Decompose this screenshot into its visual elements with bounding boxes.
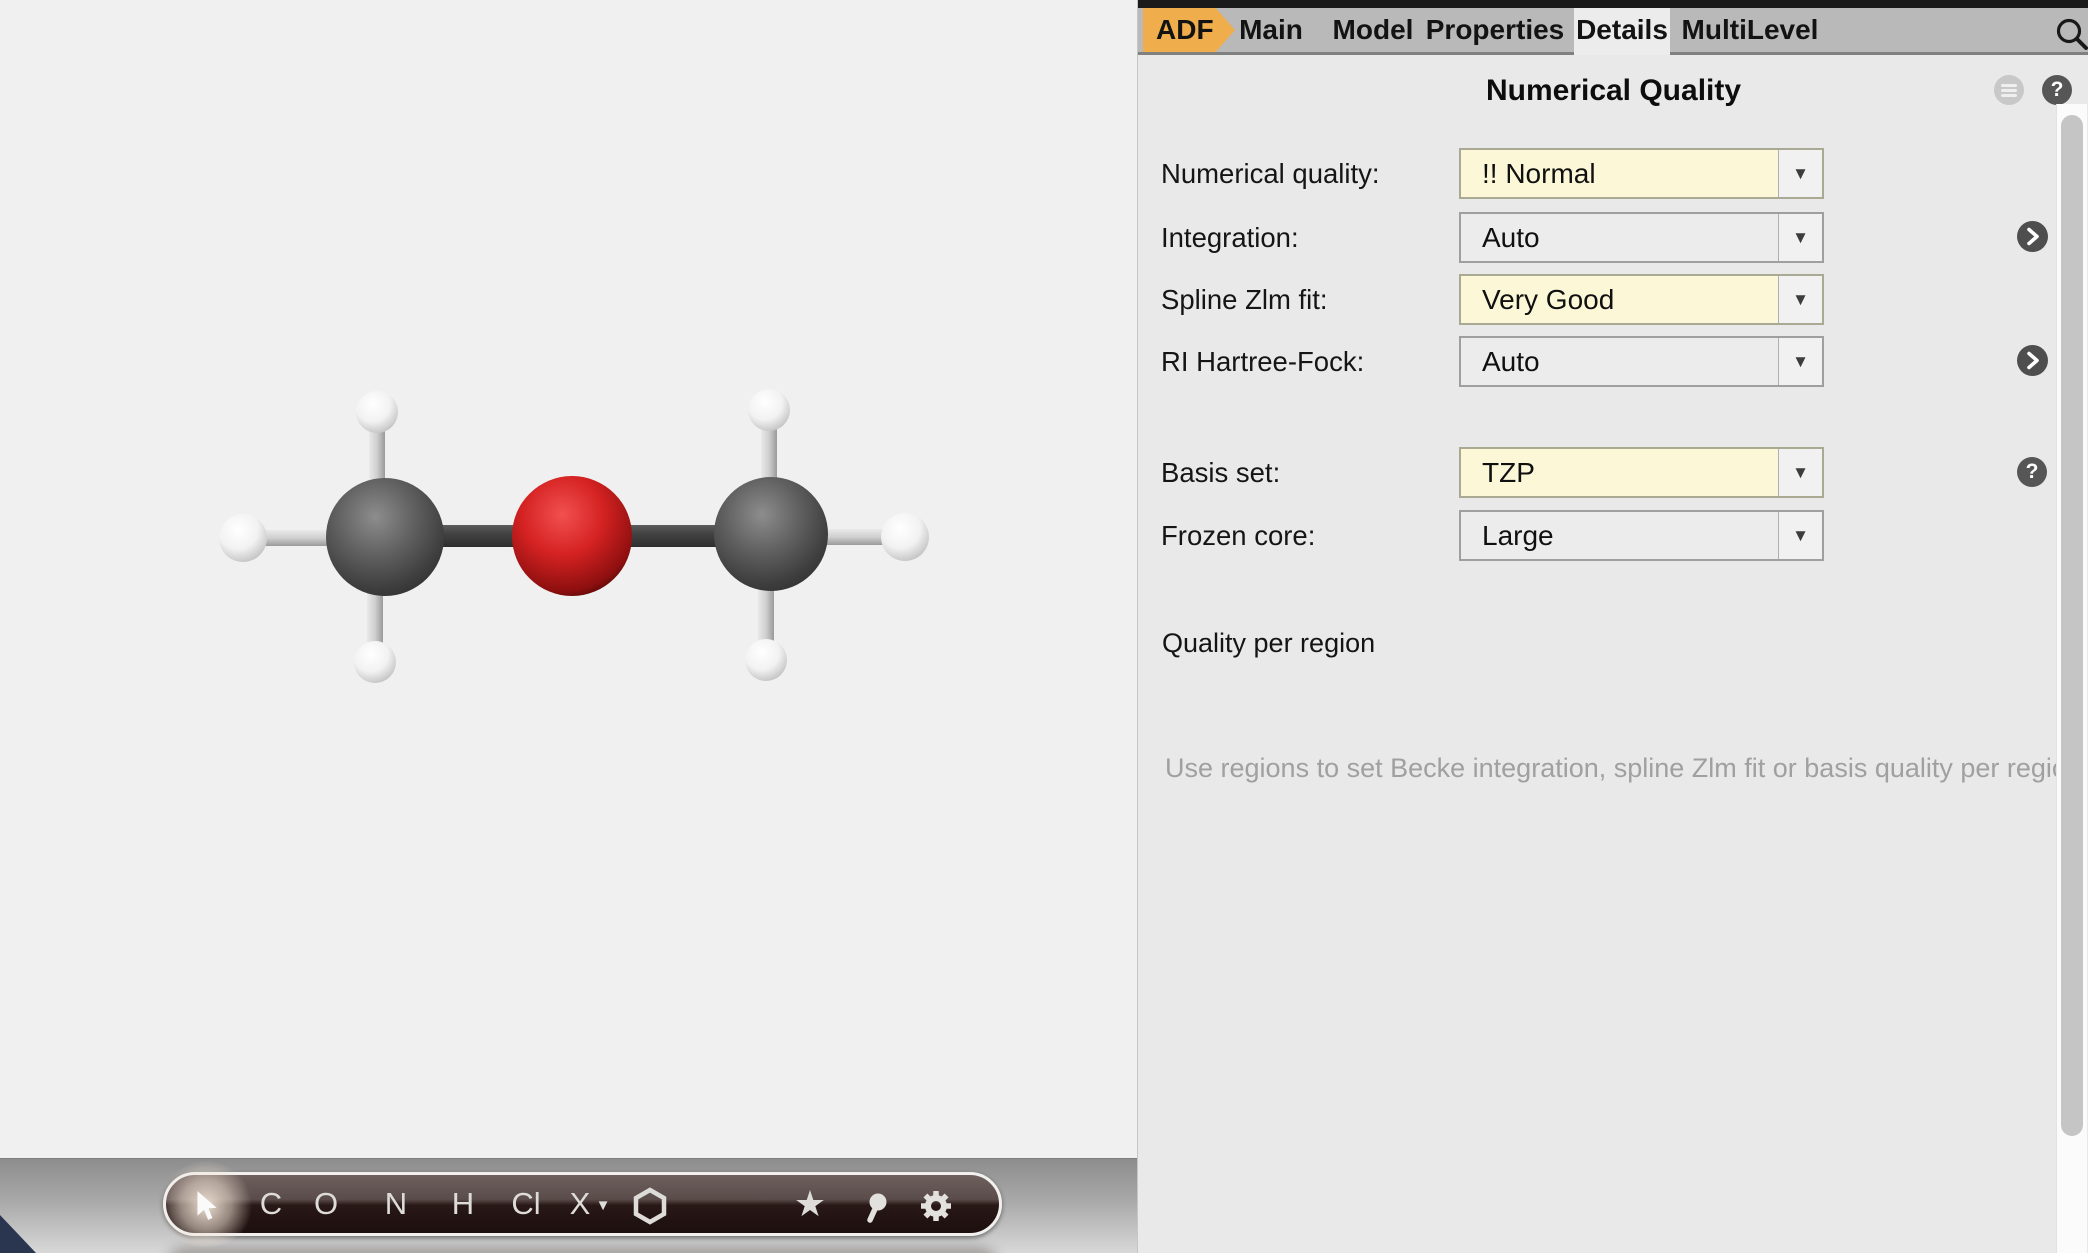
atom-h: [356, 391, 398, 433]
numerical-quality-label: Numerical quality:: [1161, 148, 1380, 199]
tab-main[interactable]: Main: [1239, 8, 1303, 52]
dropdown-arrow-button[interactable]: ▼: [1778, 150, 1822, 197]
atom-o: [512, 476, 632, 596]
frozen-core-value: Large: [1461, 512, 1778, 559]
numerical-quality-value: !! Normal: [1461, 150, 1778, 197]
ri-hartree-fock-value: Auto: [1461, 338, 1778, 385]
spline-zlm-fit-label: Spline Zlm fit:: [1161, 274, 1328, 325]
spline-zlm-fit-value: Very Good: [1461, 276, 1778, 323]
atom-h: [748, 389, 790, 431]
search-icon: [2054, 16, 2088, 52]
element-c-button[interactable]: C: [260, 1175, 282, 1233]
settings-panel: ADF Main Model Properties Details MultiL…: [1137, 0, 2088, 1253]
hamburger-menu-icon: [1994, 84, 2024, 97]
quality-per-region-label: Quality per region: [1162, 628, 1375, 659]
tab-details[interactable]: Details: [1576, 8, 1668, 52]
element-x-button[interactable]: X: [570, 1175, 591, 1233]
dropdown-arrow-button[interactable]: ▼: [1778, 214, 1822, 261]
panel-help-button[interactable]: ?: [2042, 75, 2072, 105]
atom-h: [354, 641, 396, 683]
hexagon-ring-icon: [631, 1185, 669, 1227]
chevron-right-icon: [2017, 221, 2048, 252]
frozen-core-select[interactable]: Large ▼: [1459, 510, 1824, 561]
chevron-down-icon: ▼: [1792, 228, 1809, 247]
corner-logo-shape: [0, 1215, 36, 1253]
ri-hartree-fock-label: RI Hartree-Fock:: [1161, 336, 1364, 387]
element-cl-button[interactable]: Cl: [511, 1175, 540, 1233]
scrollbar-track[interactable]: [2056, 104, 2087, 1253]
basis-set-select[interactable]: TZP ▼: [1459, 447, 1824, 498]
app-window: C O N H Cl X ▼ ★: [0, 0, 2088, 1253]
region-hint-text: Use regions to set Becke integration, sp…: [1165, 753, 2082, 784]
scrollbar-thumb[interactable]: [2061, 115, 2083, 1136]
search-button[interactable]: [2054, 16, 2088, 52]
tab-properties[interactable]: Properties: [1426, 8, 1565, 52]
spline-zlm-fit-select[interactable]: Very Good ▼: [1459, 274, 1824, 325]
element-toolbar: C O N H Cl X ▼ ★: [163, 1172, 1002, 1236]
panel-menu-button[interactable]: [1994, 75, 2024, 105]
dropdown-arrow-button[interactable]: ▼: [1778, 449, 1822, 496]
tab-model[interactable]: Model: [1333, 8, 1414, 52]
dropdown-arrow-button[interactable]: ▼: [1778, 512, 1822, 559]
panel-top-strip: [1138, 0, 2088, 8]
basis-set-value: TZP: [1461, 449, 1778, 496]
toolbar-reflection: [163, 1247, 1002, 1253]
atom-c: [326, 478, 444, 596]
chevron-down-icon: ▼: [1792, 463, 1809, 482]
element-o-button[interactable]: O: [314, 1175, 338, 1233]
atom-h: [881, 513, 929, 561]
tab-multilevel[interactable]: MultiLevel: [1682, 8, 1819, 52]
dropdown-arrow-button[interactable]: ▼: [1778, 338, 1822, 385]
integration-select[interactable]: Auto ▼: [1459, 212, 1824, 263]
element-h-button[interactable]: H: [452, 1175, 474, 1233]
select-pointer-tool[interactable]: [193, 1175, 219, 1233]
settings-gear-button[interactable]: [917, 1175, 955, 1233]
molecule-3d-render: [0, 0, 1137, 1253]
molecule-viewport[interactable]: C O N H Cl X ▼ ★: [0, 0, 1137, 1253]
chevron-down-icon: ▼: [1792, 526, 1809, 545]
numerical-quality-select[interactable]: !! Normal ▼: [1459, 148, 1824, 199]
chevron-down-icon: ▼: [1792, 290, 1809, 309]
tab-adf[interactable]: ADF: [1143, 8, 1235, 52]
basis-set-label: Basis set:: [1161, 447, 1280, 498]
atom-h: [745, 639, 787, 681]
atom-c: [714, 477, 828, 591]
integration-label: Integration:: [1161, 212, 1299, 263]
pin-tool-icon: [861, 1188, 891, 1224]
gear-icon: [917, 1187, 955, 1225]
frozen-core-label: Frozen core:: [1161, 510, 1315, 561]
chevron-down-icon: ▼: [1792, 164, 1809, 183]
ring-tool-button[interactable]: [631, 1175, 669, 1233]
page-title: Numerical Quality: [1138, 74, 2088, 108]
integration-value: Auto: [1461, 214, 1778, 261]
basis-set-help-button[interactable]: ?: [2017, 457, 2047, 487]
atom-h: [219, 514, 267, 562]
chevron-right-icon: [2017, 345, 2048, 376]
ri-hartree-fock-detail-button[interactable]: [2017, 345, 2048, 376]
chevron-down-icon: ▼: [1792, 352, 1809, 371]
dropdown-arrow-button[interactable]: ▼: [1778, 276, 1822, 323]
integration-detail-button[interactable]: [2017, 221, 2048, 252]
ri-hartree-fock-select[interactable]: Auto ▼: [1459, 336, 1824, 387]
cursor-arrow-icon: [193, 1190, 219, 1222]
favorites-star-button[interactable]: ★: [794, 1175, 826, 1233]
element-n-button[interactable]: N: [385, 1175, 407, 1233]
element-x-dropdown-caret-icon[interactable]: ▼: [596, 1197, 611, 1214]
pin-tool-button[interactable]: [861, 1175, 891, 1233]
